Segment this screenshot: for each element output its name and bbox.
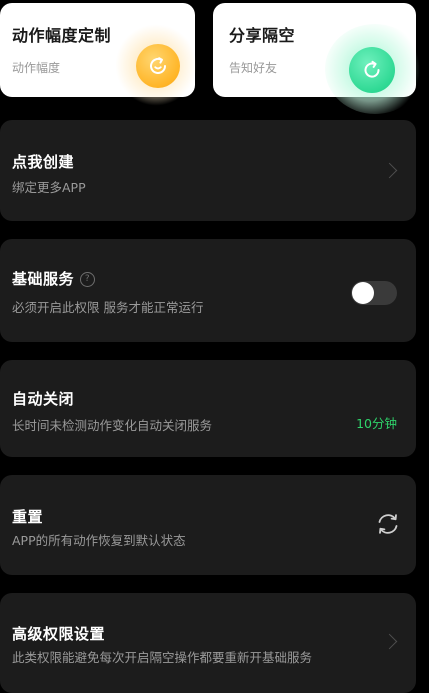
- auto-close-row[interactable]: 自动关闭 长时间未检测动作变化自动关闭服务 10分钟: [0, 360, 416, 457]
- share-subtitle: 告知好友: [229, 61, 278, 75]
- auto-close-title: 自动关闭: [12, 390, 75, 408]
- basic-service-subtitle: 必须开启此权限 服务才能正常运行: [12, 300, 204, 315]
- auto-close-subtitle: 长时间未检测动作变化自动关闭服务: [12, 418, 213, 433]
- basic-service-title: 基础服务: [12, 270, 75, 288]
- create-subtitle: 绑定更多APP: [12, 180, 86, 195]
- reset-row[interactable]: 重置 APP的所有动作恢复到默认状态: [0, 475, 416, 575]
- help-icon[interactable]: ?: [80, 272, 96, 287]
- motion-range-subtitle: 动作幅度: [12, 61, 61, 75]
- reset-subtitle: APP的所有动作恢复到默认状态: [12, 533, 186, 548]
- advanced-permission-row[interactable]: 高级权限设置 此类权限能避免每次开启隔空操作都要重新开基础服务: [0, 593, 416, 693]
- auto-close-value: 10分钟: [356, 416, 397, 431]
- create-row[interactable]: 点我创建 绑定更多APP: [0, 120, 416, 221]
- reset-title: 重置: [12, 508, 44, 526]
- advanced-subtitle: 此类权限能避免每次开启隔空操作都要重新开基础服务: [12, 650, 313, 665]
- toggle-knob: [352, 282, 374, 304]
- chevron-right-icon: [381, 162, 398, 179]
- basic-service-title-wrap: 基础服务?: [12, 268, 96, 289]
- basic-service-row: 基础服务? 必须开启此权限 服务才能正常运行: [0, 239, 416, 342]
- create-title: 点我创建: [12, 153, 75, 171]
- advanced-title: 高级权限设置: [12, 625, 106, 643]
- share-refresh-icon[interactable]: [349, 47, 395, 93]
- chevron-right-icon: [381, 633, 398, 650]
- smile-refresh-icon[interactable]: [136, 44, 180, 88]
- share-title: 分享隔空: [229, 26, 296, 45]
- motion-range-title: 动作幅度定制: [12, 26, 112, 45]
- refresh-icon[interactable]: [375, 511, 401, 537]
- basic-service-toggle[interactable]: [351, 281, 397, 305]
